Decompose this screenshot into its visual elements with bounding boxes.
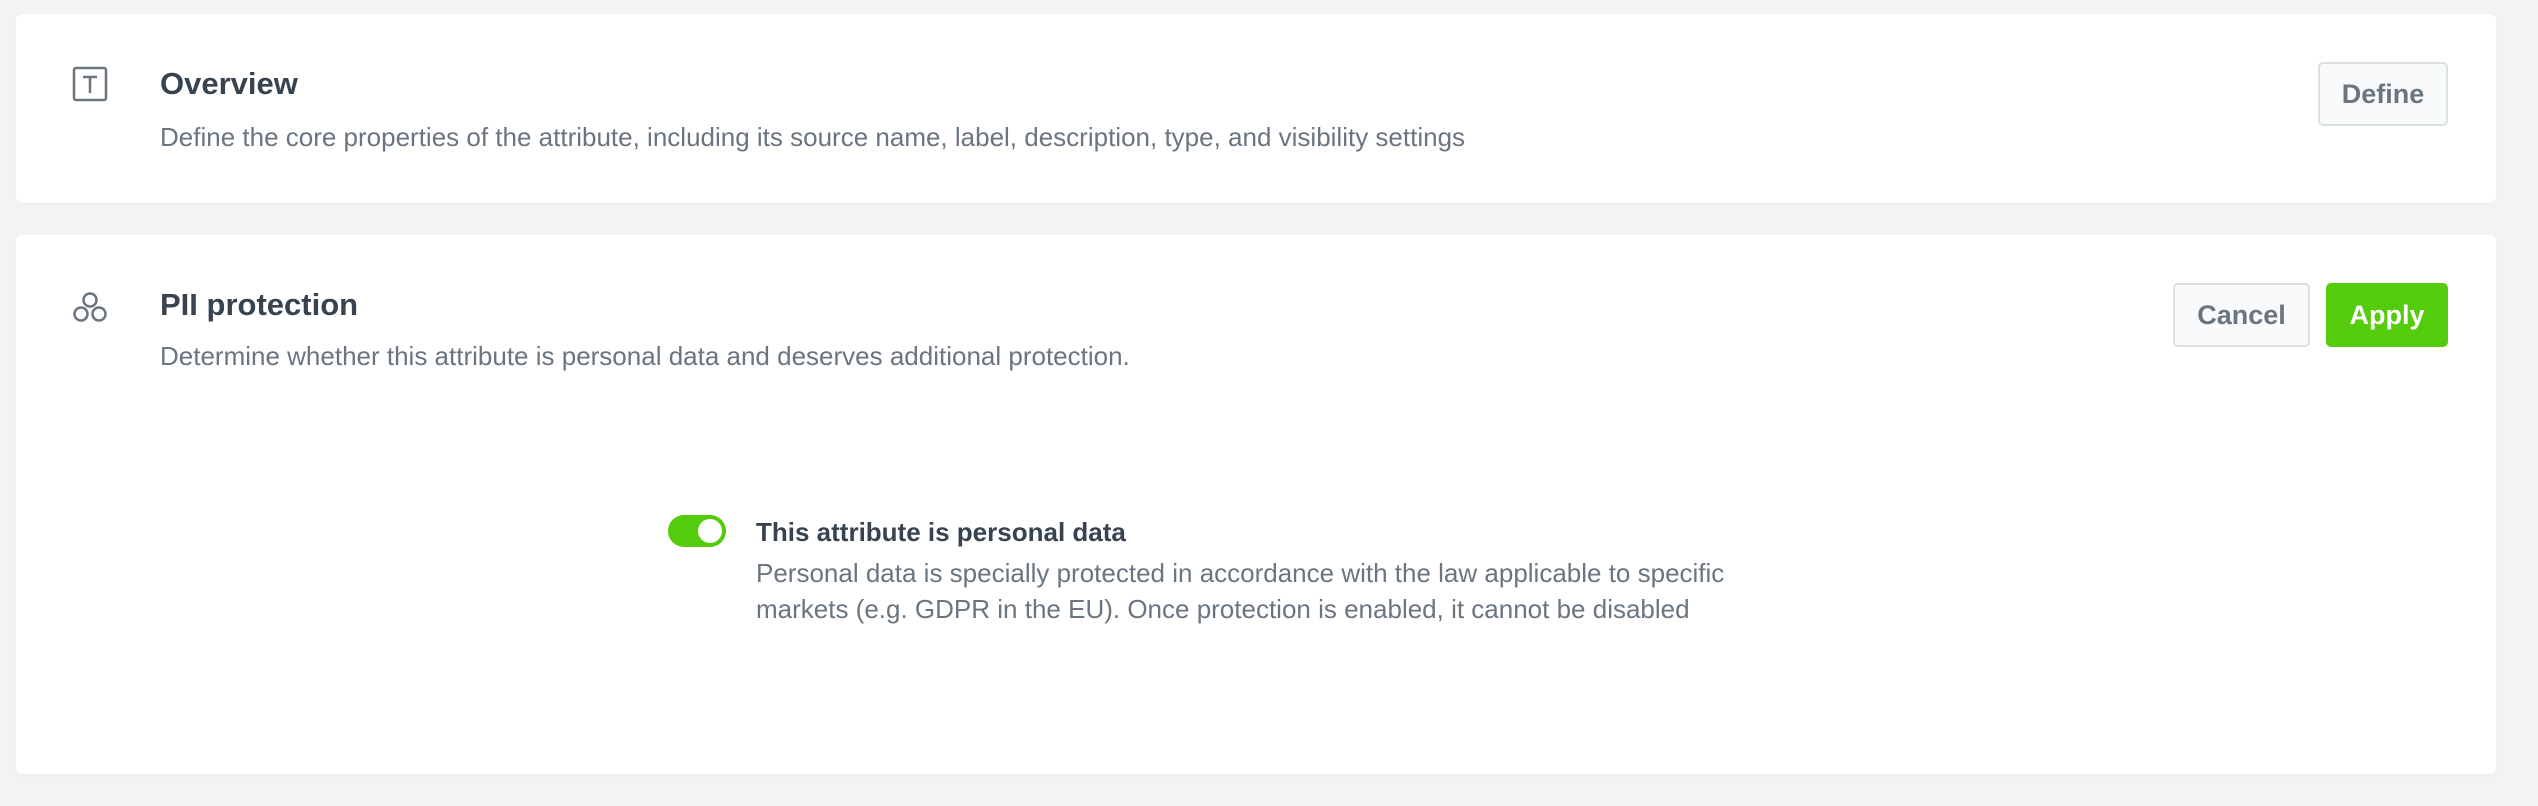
personal-data-option: This attribute is personal data Personal… [668, 515, 1868, 635]
personal-data-description: Personal data is specially protected in … [756, 555, 1876, 627]
pii-protection-card: PII protection Determine whether this at… [16, 235, 2496, 774]
overview-description: Define the core properties of the attrib… [160, 122, 1466, 152]
overview-title: Overview [160, 66, 298, 101]
pii-protection-icon [68, 285, 112, 329]
pii-description: Determine whether this attribute is pers… [160, 341, 1130, 371]
personal-data-toggle[interactable] [668, 515, 726, 547]
toggle-knob [698, 519, 722, 543]
personal-data-description-line1: Personal data is specially protected in … [756, 558, 1725, 588]
pii-title: PII protection [160, 287, 359, 322]
cancel-button[interactable]: Cancel [2173, 283, 2310, 347]
define-button[interactable]: Define [2318, 62, 2448, 126]
overview-card: Overview Define the core properties of t… [16, 14, 2496, 203]
personal-data-label: This attribute is personal data [756, 517, 1126, 547]
personal-data-description-line2: markets (e.g. GDPR in the EU). Once prot… [756, 594, 1690, 624]
text-icon [68, 62, 112, 106]
apply-button[interactable]: Apply [2326, 283, 2448, 347]
